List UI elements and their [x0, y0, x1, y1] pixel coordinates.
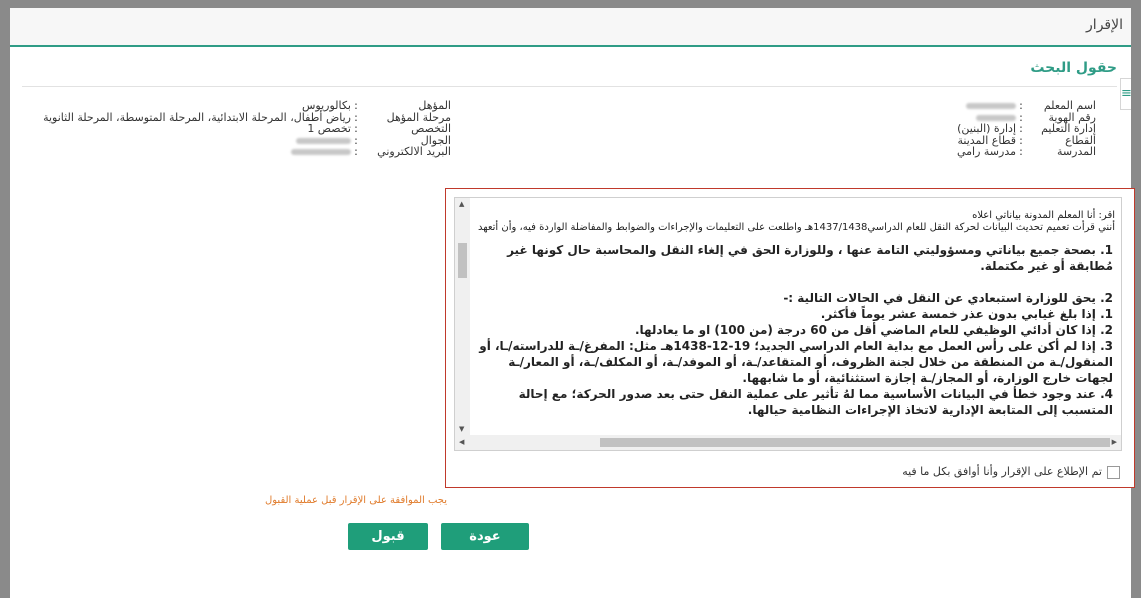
clause-2-item-1: 1. إذا بلغ غيابي بدون عذر خمسة عشر يوماً…: [820, 307, 1113, 321]
agree-checkbox[interactable]: [1107, 465, 1120, 479]
vertical-scroll-thumb[interactable]: [458, 243, 467, 278]
declaration-text: اقر: أنا المعلم المدونة بياناتي اعلاه أن…: [470, 198, 1121, 435]
page-header: الإقرار: [10, 8, 1131, 47]
back-button[interactable]: عودة: [441, 523, 529, 550]
teacher-info-right: اسم المعلم: رقم الهوية: إدارة التعليم:إد…: [957, 100, 1096, 158]
info-row-email: البريد الالكتروني:: [43, 146, 451, 158]
vertical-scrollbar[interactable]: ▲ ▼: [455, 198, 470, 435]
clause-2-item-2: 2. إذا كان أدائي الوظيفي للعام الماضي أق…: [634, 323, 1113, 337]
page-frame: الإقرار ≡ حقول البحث اسم المعلم: رقم اله…: [10, 8, 1135, 598]
agree-checkbox-row[interactable]: تم الإطلاع على الإقرار وأنا أوافق بكل ما…: [902, 465, 1120, 479]
section-title: حقول البحث: [1030, 60, 1117, 76]
info-row-specialization: التخصص:تخصص 1: [307, 122, 451, 135]
redacted-value: [976, 114, 1016, 121]
clause-2-item-4: 4. عند وجود خطأ في البيانات الأساسية مما…: [518, 387, 1113, 417]
info-row-name: اسم المعلم:: [957, 100, 1096, 112]
scroll-left-icon[interactable]: ◀: [459, 438, 464, 446]
validation-warning: يجب الموافقة على الإقرار قبل عملية القبو…: [265, 495, 448, 506]
menu-toggle-icon[interactable]: ≡: [1120, 78, 1132, 110]
clause-2-item-3: 3. إذا لم أكن على رأس العمل مع بداية الع…: [479, 339, 1113, 385]
clause-2: 2. يحق للوزارة استبعادي عن النقل في الحا…: [783, 291, 1113, 305]
clause-1: 1. بصحة جميع بياناتي ومسؤوليتي التامة عن…: [507, 243, 1113, 273]
scroll-down-icon[interactable]: ▼: [459, 425, 464, 433]
search-fields-section: حقول البحث: [22, 58, 1117, 87]
redacted-value: [966, 103, 1016, 109]
info-row-qualification-stage: مرحلة المؤهل:رياض أطفال، المرحلة الابتدا…: [43, 110, 451, 124]
agree-label[interactable]: تم الإطلاع على الإقرار وأنا أوافق بكل ما…: [902, 465, 1102, 478]
redacted-value: [291, 149, 351, 155]
accept-button[interactable]: قبول: [348, 523, 428, 550]
intro-line-1: اقر: أنا المعلم المدونة بياناتي اعلاه: [972, 210, 1115, 221]
declaration-textarea[interactable]: ▲ ▼ اقر: أنا المعلم المدونة بياناتي اعلا…: [454, 197, 1122, 451]
horizontal-scrollbar[interactable]: ◀ ▶: [455, 435, 1121, 450]
horizontal-scroll-thumb[interactable]: [600, 438, 1110, 447]
declaration-panel: ▲ ▼ اقر: أنا المعلم المدونة بياناتي اعلا…: [445, 188, 1135, 488]
teacher-info-left: المؤهل:بكالوريوس مرحلة المؤهل:رياض أطفال…: [43, 100, 451, 158]
scroll-right-icon[interactable]: ▶: [1112, 438, 1117, 446]
intro-line-2: أنني قرأت تعميم تحديث البيانات لحركة الن…: [477, 222, 1115, 233]
scroll-up-icon[interactable]: ▲: [459, 200, 464, 208]
info-row-school: المدرسة:مدرسة رامي: [956, 145, 1096, 158]
redacted-value: [296, 137, 351, 144]
page-title: الإقرار: [1086, 17, 1123, 33]
